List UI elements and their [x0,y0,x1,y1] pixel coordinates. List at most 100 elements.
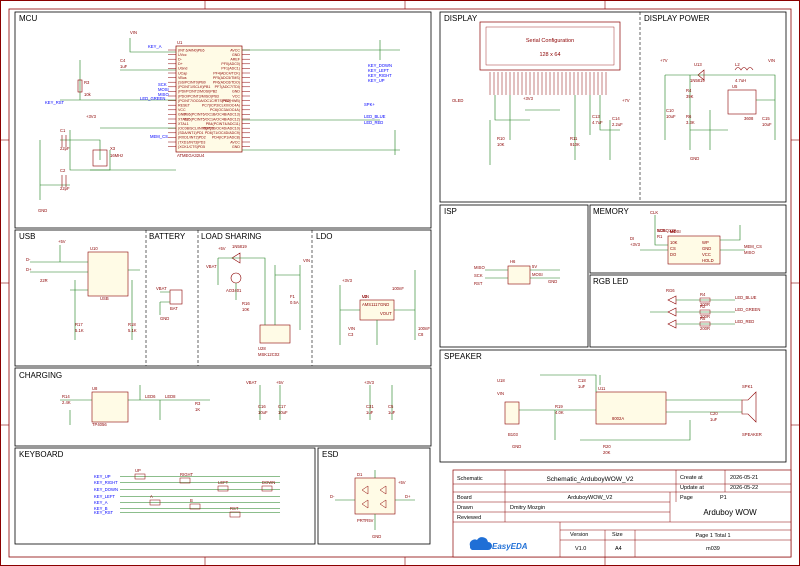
mcu-part-label: 1uF [120,64,128,69]
load-sharing-part-label: R16 [242,301,250,306]
power-switch-u28[interactable] [259,324,291,344]
battery-part-label: VBAT [156,286,167,291]
display-power-part-label: VIN [768,58,775,63]
memory-part-label: MOSI [670,229,681,234]
mcu-pin-label: D+ [178,62,183,66]
ldo-part-label: VIN [362,294,369,299]
mcu-pin-label: UCap [178,71,187,75]
mcu-part-label: R3 [84,80,90,85]
mcu-pin-label: AVCC [230,140,240,144]
tb-reviewed-label: Reviewed [457,515,481,521]
speaker-part-label: 1uF [578,384,586,389]
tb-size-label: Size [612,532,623,538]
isp-header-h6[interactable] [507,265,531,285]
rgb-part-label: LED_BLUE [735,295,757,300]
mcu-pin-label: VBus [178,76,187,80]
mcu-pin-label: (PCINT1/SCLK)PB1 [178,85,210,89]
charging-part-label: TP4056 [92,422,107,427]
mcu-net-label: LED_GREEN [140,96,165,101]
usb-part-label: 22R [40,278,48,283]
keyboard-net-label: KEY_RIGHT [94,480,118,485]
memory-part-label: CS [670,246,676,251]
keyboard-button-label: DOWN [262,480,275,485]
mcu-pin-label: VCC [232,94,240,98]
keyboard-button-label: UP [135,468,141,473]
oled-config-label: Serial Configuration [526,38,574,44]
display-part-label: +7V [622,98,630,103]
mcu-net-label: KEY_UP [368,78,385,83]
tb-drawn-label: Drawn [457,505,473,511]
load-sharing-part-label: U28 [258,346,266,351]
charging-part-label: +5V [276,380,284,385]
mcu-pin-label: PD6(T1/OC4D/ADC9) [205,131,240,135]
display-power-part-label: C10 [666,108,674,113]
mcu-net-label: SPK+ [364,102,375,107]
mcu-pin-label: (SDA/INT1)PD1 [178,131,204,135]
mcu-pin-label: PF5(ADC5/TMS) [213,76,240,80]
mcu-part-label: VIN [130,30,137,35]
display-power-part-label: 3608 [744,116,754,121]
ldo-part-label: C3 [348,332,354,337]
usb-part-label: D+ [26,267,32,272]
section-title-usb: USB [19,232,35,241]
speaker-part-label: 8002A [612,416,624,421]
speaker-part-label: U11 [598,386,606,391]
mcu-part-label: C4 [120,58,126,63]
esd-part-label: GND [372,534,381,539]
isp-part-label: SCK [474,273,483,278]
mcu-pin-label: PC6(OC3A/OC4A) [210,108,240,112]
charging-part-label: 1uF [388,410,396,415]
charger-u8[interactable] [91,391,129,423]
charging-part-label: C17 [278,404,286,409]
mcu-pin-label: AVCC [230,48,240,52]
charging-part-label: LED6 [145,394,156,399]
mcu-pin-label: PF4(ADC4/TCK) [213,71,240,75]
esd-part-label: PRTR5V [357,518,374,523]
mcu-pin-label: GND [232,90,240,94]
mcu-net-label: MEM_CS [150,134,168,139]
tb-page-label: Page [680,495,693,501]
tb-drawn-by: Dmitry Mozgin [510,505,545,511]
tb-version: V1.0 [575,546,586,552]
display-part-label: C13 [592,114,600,119]
amplifier-u11[interactable] [595,391,667,425]
usb-part-label: D- [26,257,31,262]
tb-schematic-name: Schematic_ArduboyWOW_V2 [546,476,633,483]
tb-logo-text: EasyEDA [492,542,528,551]
mcu-pin-label: AREF [230,58,240,62]
isp-part-label: GND [548,279,557,284]
display-power-part-label: 4.7uH [735,78,746,83]
usb-connector[interactable] [87,251,129,297]
esd-part-label: +5V [398,480,406,485]
display-part-label: 10K [497,142,505,147]
switch-u18[interactable] [504,401,520,425]
section-title-memory: MEMORY [593,207,630,216]
tb-board-name: ArduboyWOW_V2 [568,495,613,501]
charging-part-label: R14 [62,394,70,399]
mcu-chip-ref: U1 [177,40,183,45]
mcu-pin-label: (PDO/PCINT3/MISO)PB3 [178,94,219,98]
charging-part-label: C16 [258,404,266,409]
charging-part-label: 10uF [258,410,268,415]
memory-part-label: DI [630,236,634,241]
speaker-part-label: GND [512,444,521,449]
speaker-part-label: U18 [497,378,505,383]
memory-part-label: 10K [670,240,678,245]
load-sharing-part-label: MSK12C02 [258,352,280,357]
isp-part-label: MOSI [532,272,543,277]
mcu-pin-label: PD4(ICP1/ADC8) [212,136,240,140]
mcu-pin-label: (SS/PCINT0)PB0 [178,81,206,85]
section-title-rgb-led: RGB LED [593,277,628,286]
charging-part-label: C31 [366,404,374,409]
load-sharing-part-label: 1N5819 [232,244,247,249]
oled-ref: OLED [452,98,463,103]
charging-part-label: 1uF [366,410,374,415]
esd-protector-d1[interactable] [354,477,396,515]
mcu-part-label: X3 [110,146,116,151]
isp-part-label: RST [474,281,483,286]
ldo-part-label: 100nF [392,286,404,291]
keyboard-net-label: KEY_UP [94,474,111,479]
memory-part-label: VCC [702,252,711,257]
section-title-isp: ISP [444,207,457,216]
tb-created-date: 2026-05-21 [730,475,758,481]
